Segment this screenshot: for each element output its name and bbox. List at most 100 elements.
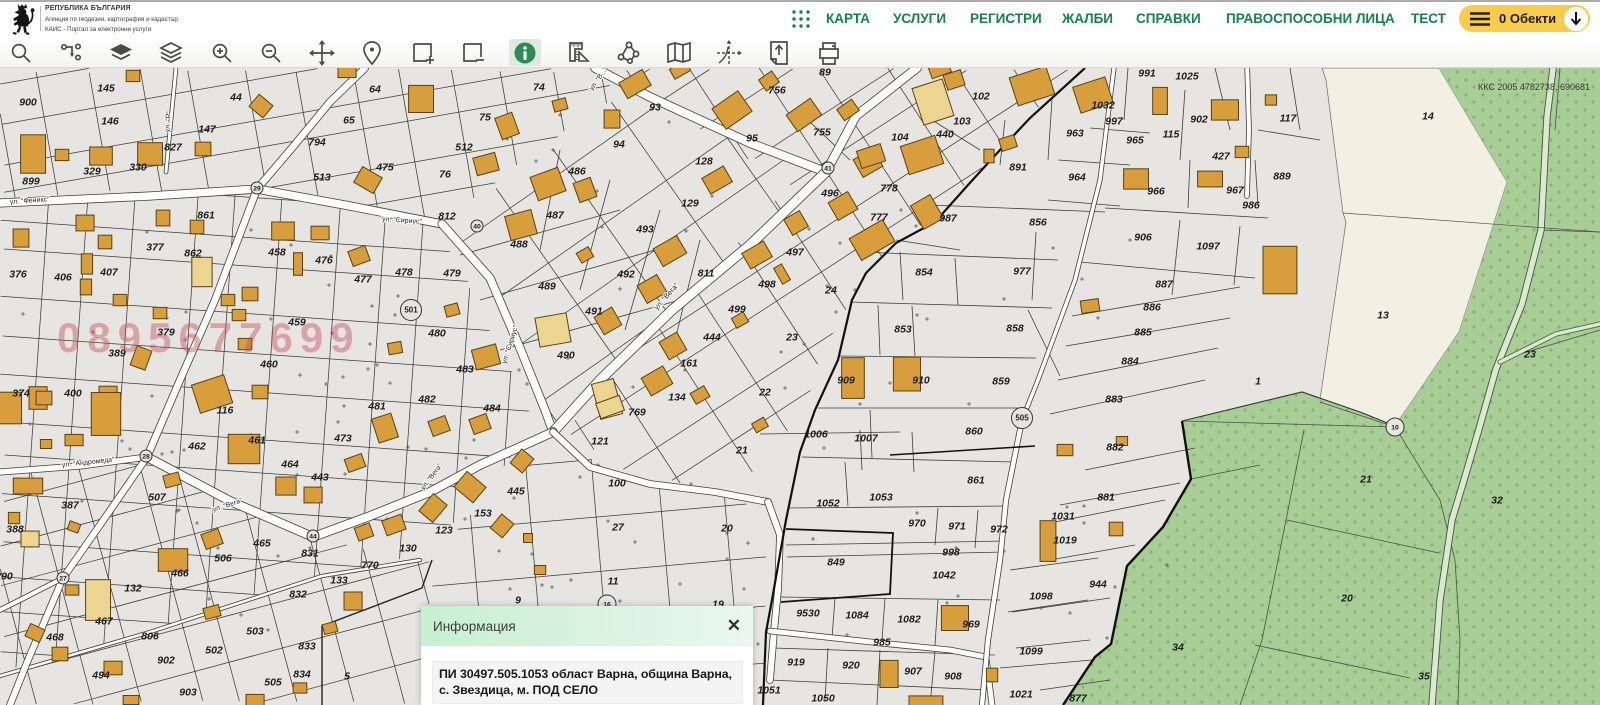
svg-text:498: 498 [757, 279, 776, 291]
svg-text:134: 134 [668, 392, 686, 404]
svg-text:777: 777 [870, 212, 889, 224]
svg-text:377: 377 [146, 242, 165, 254]
svg-text:ККС 2005 4782738, 690681: ККС 2005 4782738, 690681 [1478, 82, 1590, 92]
svg-text:811: 811 [698, 268, 715, 280]
svg-text:854: 854 [915, 267, 933, 279]
svg-text:883: 883 [1105, 394, 1123, 406]
svg-text:444: 444 [702, 332, 721, 344]
svg-text:129: 129 [681, 198, 699, 210]
svg-text:1006: 1006 [804, 429, 828, 441]
svg-text:778: 778 [880, 183, 898, 195]
svg-text:95: 95 [746, 133, 758, 145]
svg-text:494: 494 [91, 670, 110, 682]
svg-text:919: 919 [787, 657, 805, 669]
svg-text:858: 858 [1006, 323, 1024, 335]
svg-text:1: 1 [1255, 376, 1261, 388]
svg-text:977: 977 [1013, 266, 1032, 278]
svg-text:861: 861 [197, 210, 215, 222]
svg-text:970: 970 [908, 518, 926, 530]
svg-text:806: 806 [141, 631, 159, 643]
svg-text:998: 998 [942, 547, 960, 559]
svg-text:32: 32 [1491, 495, 1503, 507]
svg-text:482: 482 [417, 394, 436, 406]
svg-text:769: 769 [628, 407, 646, 419]
svg-text:24: 24 [824, 285, 837, 297]
svg-text:1052: 1052 [816, 498, 840, 510]
svg-text:906: 906 [1134, 232, 1152, 244]
svg-text:497: 497 [785, 247, 805, 259]
svg-text:486: 486 [567, 166, 586, 178]
svg-text:89: 89 [819, 68, 831, 79]
svg-text:1032: 1032 [1091, 100, 1115, 112]
svg-text:130: 130 [399, 543, 417, 555]
svg-text:123: 123 [435, 525, 453, 537]
svg-text:461: 461 [247, 435, 266, 447]
svg-text:920: 920 [842, 660, 860, 672]
svg-text:496: 496 [820, 188, 839, 200]
svg-text:44: 44 [309, 534, 317, 541]
svg-text:440: 440 [935, 129, 954, 141]
svg-text:121: 121 [591, 436, 609, 448]
svg-text:93: 93 [649, 102, 661, 114]
svg-text:969: 969 [962, 619, 980, 631]
svg-text:1053: 1053 [869, 492, 893, 504]
svg-text:406: 406 [53, 272, 72, 284]
svg-text:756: 756 [768, 85, 786, 97]
svg-text:104: 104 [891, 132, 909, 144]
svg-text:443: 443 [310, 472, 329, 484]
svg-text:877: 877 [1069, 693, 1088, 705]
svg-text:967: 967 [1226, 185, 1245, 197]
svg-text:1097: 1097 [1196, 241, 1221, 253]
svg-text:473: 473 [333, 433, 352, 445]
svg-text:513: 513 [313, 172, 331, 184]
svg-text:407: 407 [99, 267, 119, 279]
svg-text:462: 462 [187, 441, 206, 453]
svg-text:23: 23 [785, 332, 798, 344]
svg-text:833: 833 [298, 641, 316, 653]
svg-text:21: 21 [735, 445, 748, 457]
svg-text:909: 909 [837, 375, 855, 387]
svg-text:885: 885 [1134, 327, 1152, 339]
svg-text:478: 478 [394, 267, 413, 279]
svg-text:499: 499 [727, 304, 746, 316]
svg-text:1084: 1084 [845, 610, 869, 622]
svg-text:886: 886 [1143, 302, 1161, 314]
svg-text:887: 887 [1155, 279, 1174, 291]
svg-text:488: 488 [509, 239, 528, 251]
svg-text:1051: 1051 [757, 685, 781, 697]
svg-text:831: 831 [301, 548, 319, 560]
svg-text:467: 467 [94, 616, 114, 628]
svg-text:13: 13 [1377, 310, 1389, 322]
svg-text:44: 44 [229, 92, 242, 104]
svg-text:882: 882 [1106, 442, 1124, 454]
svg-text:94: 94 [613, 139, 625, 151]
svg-text:464: 464 [280, 459, 299, 471]
svg-text:468: 468 [45, 632, 64, 644]
svg-text:484: 484 [482, 403, 501, 415]
svg-text:476: 476 [314, 255, 333, 267]
svg-text:985: 985 [873, 637, 891, 649]
svg-text:884: 884 [1121, 356, 1139, 368]
svg-text:856: 856 [1029, 217, 1047, 229]
svg-text:991: 991 [1138, 68, 1156, 80]
svg-text:376: 376 [9, 269, 27, 281]
svg-text:505: 505 [1015, 414, 1029, 423]
svg-text:1025: 1025 [1175, 71, 1199, 83]
svg-text:21: 21 [1359, 474, 1372, 486]
svg-text:9: 9 [515, 595, 521, 607]
svg-text:116: 116 [217, 405, 234, 417]
svg-text:27: 27 [59, 576, 67, 583]
svg-text:132: 132 [124, 583, 142, 595]
svg-text:891: 891 [1009, 162, 1027, 174]
svg-text:1007: 1007 [854, 433, 879, 445]
svg-text:475: 475 [375, 162, 394, 174]
svg-text:5: 5 [344, 671, 350, 683]
svg-text:479: 479 [442, 268, 461, 280]
svg-text:1099: 1099 [1019, 646, 1043, 658]
svg-text:330: 330 [129, 162, 147, 174]
svg-text:115: 115 [1163, 129, 1180, 141]
svg-text:146: 146 [101, 116, 119, 128]
svg-text:23: 23 [1523, 349, 1536, 361]
svg-text:103: 103 [953, 116, 971, 128]
svg-text:117: 117 [1280, 113, 1298, 125]
